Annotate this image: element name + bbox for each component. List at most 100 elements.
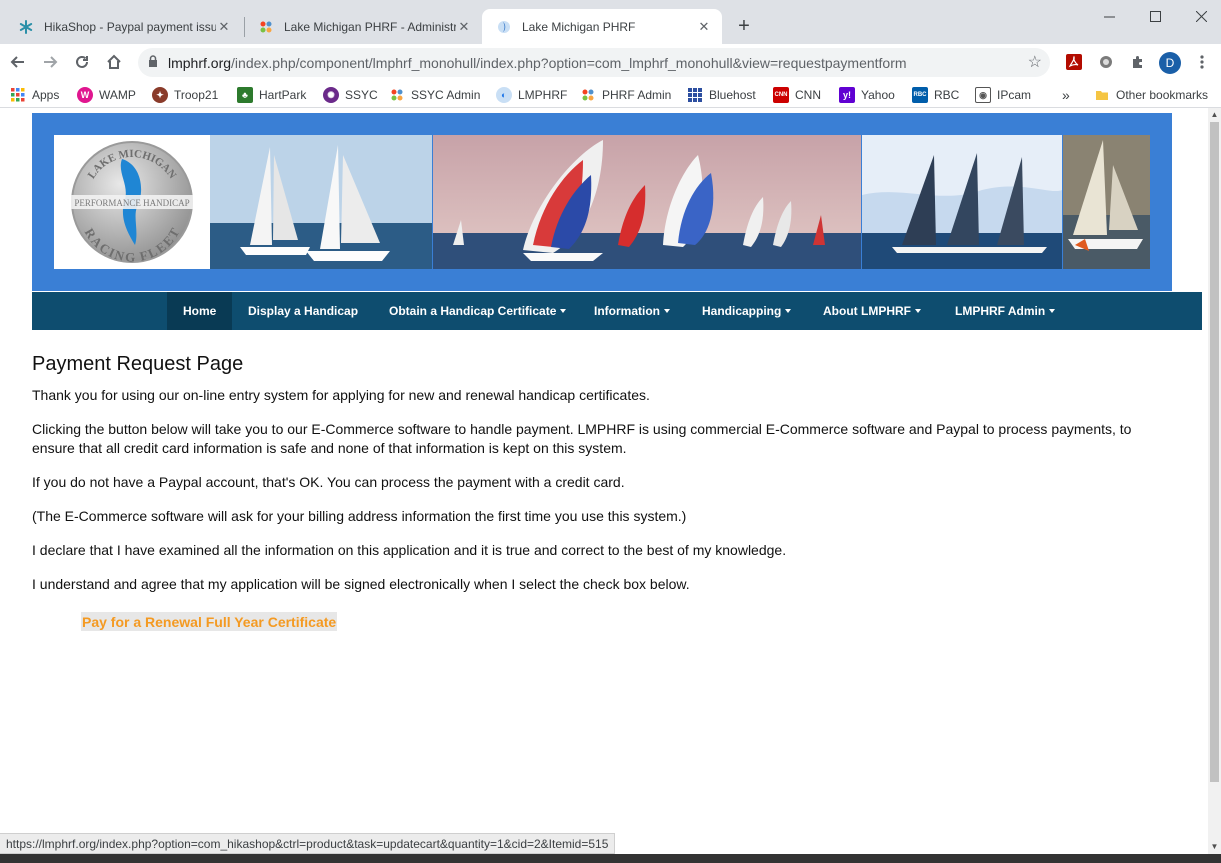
nav-label: About LMPHRF [823, 304, 911, 318]
close-window-icon[interactable] [1178, 0, 1221, 32]
ipcam-icon: ◉ [975, 87, 991, 103]
nav-label: Handicapping [702, 304, 782, 318]
nav-label: Information [594, 304, 660, 318]
bookmark-ipcam[interactable]: ◉ IPcam [975, 86, 1031, 104]
bookmark-label: Other bookmarks [1116, 88, 1209, 102]
close-tab-icon[interactable]: ✕ [216, 19, 232, 35]
profile-avatar[interactable]: D [1159, 52, 1181, 74]
taskbar-strip [0, 854, 1221, 863]
joomla-icon [258, 19, 274, 35]
pay-renewal-button[interactable]: Pay for a Renewal Full Year Certificate [81, 612, 338, 631]
scroll-up-icon[interactable]: ▲ [1210, 110, 1219, 120]
hikashop-icon [18, 19, 34, 35]
page-title: Payment Request Page [32, 353, 244, 375]
bookmark-label: HartPark [259, 88, 307, 102]
bookmark-ssyc[interactable]: ✺ SSYC [323, 86, 378, 104]
nav-home[interactable]: Home [167, 292, 233, 330]
ssyc-icon: ✺ [323, 87, 339, 103]
declaration-paragraph: I declare that I have examined all the i… [32, 542, 787, 558]
url-text: lmphrf.org/index.php/component/lmphrf_mo… [168, 55, 907, 71]
spinnaker-fleet-photo [433, 135, 861, 269]
forward-icon[interactable] [38, 50, 62, 74]
caret-down-icon [560, 309, 567, 313]
nav-lmphrf-admin[interactable]: LMPHRF Admin [939, 292, 1071, 330]
close-tab-icon[interactable]: ✕ [696, 19, 712, 35]
nav-information[interactable]: Information [578, 292, 686, 330]
extensions-puzzle-icon[interactable] [1128, 52, 1148, 72]
joomla-blue-icon [496, 19, 512, 35]
racing-fleet-photo [862, 135, 1062, 269]
address-bar[interactable]: lmphrf.org/index.php/component/lmphrf_mo… [138, 48, 1050, 77]
tab-hikashop[interactable]: HikaShop - Paypal payment issue ✕ [4, 9, 242, 44]
status-bar-url: https://lmphrf.org/index.php?option=com_… [0, 833, 616, 854]
extension-circle-icon[interactable] [1096, 52, 1116, 72]
cnn-icon: CNN [773, 87, 789, 103]
bookmark-label: Troop21 [174, 88, 219, 102]
url-path: /index.php/component/lmphrf_monohull/ind… [231, 54, 907, 71]
caret-down-icon [1049, 309, 1056, 313]
browser-tab-strip: HikaShop - Paypal payment issue ✕ Lake M… [0, 0, 1221, 44]
new-tab-button[interactable]: + [734, 14, 754, 38]
bookmark-wamp[interactable]: W WAMP [77, 86, 136, 104]
page-scrollbar[interactable]: ▲ ▼ [1208, 108, 1221, 854]
browser-toolbar: lmphrf.org/index.php/component/lmphrf_mo… [0, 44, 1221, 81]
bookmark-ssyc-admin[interactable]: SSYC Admin [389, 86, 480, 104]
tab-lake-michigan-phrf[interactable]: Lake Michigan PHRF ✕ [482, 9, 722, 44]
site-banner: PERFORMANCE HANDICAP LAKE MICHIGAN RACIN… [32, 113, 1172, 291]
back-icon[interactable] [6, 50, 30, 74]
reload-icon[interactable] [70, 50, 94, 74]
bookmark-hartpark[interactable]: ♣ HartPark [237, 86, 306, 104]
nav-obtain-certificate[interactable]: Obtain a Handicap Certificate [373, 292, 582, 330]
bookmark-label: LMPHRF [518, 88, 568, 102]
bookmark-yahoo[interactable]: y! Yahoo [839, 86, 895, 104]
bookmark-label: RBC [934, 88, 960, 102]
sailboats-photo-1 [210, 135, 432, 269]
acrobat-extension-icon[interactable] [1064, 52, 1084, 72]
bookmark-label: IPcam [997, 88, 1032, 102]
maximize-icon[interactable] [1132, 0, 1178, 32]
lock-icon [138, 55, 168, 70]
more-bookmarks-chevron-icon[interactable]: » [1062, 86, 1070, 104]
main-content: Payment Request Page Thank you for using… [32, 353, 1152, 609]
bookmark-star-icon[interactable]: ☆ [1028, 52, 1042, 72]
rbc-icon: RBC [912, 87, 928, 103]
intro-paragraph: Thank you for using our on-line entry sy… [32, 387, 650, 403]
ecommerce-paragraph: Clicking the button below will take you … [32, 421, 1132, 456]
lmphrf-logo[interactable]: PERFORMANCE HANDICAP LAKE MICHIGAN RACIN… [54, 135, 210, 269]
nav-label: Home [183, 304, 217, 318]
web-page: PERFORMANCE HANDICAP LAKE MICHIGAN RACIN… [0, 108, 1208, 854]
tab-phrf-admin[interactable]: Lake Michigan PHRF - Administra ✕ [244, 9, 482, 44]
bookmark-label: Bluehost [709, 88, 756, 102]
url-host: lmphrf.org [168, 54, 232, 71]
yahoo-icon: y! [839, 87, 855, 103]
nav-about-lmphrf[interactable]: About LMPHRF [807, 292, 937, 330]
billing-paragraph: (The E-Commerce software will ask for yo… [32, 508, 687, 524]
bookmark-apps[interactable]: Apps [10, 86, 59, 104]
bookmark-label: Apps [32, 88, 60, 102]
menu-kebab-icon[interactable] [1192, 52, 1212, 72]
caret-down-icon [664, 309, 670, 313]
nav-label: Obtain a Handicap Certificate [389, 304, 557, 318]
bookmark-troop21[interactable]: ✦ Troop21 [152, 86, 218, 104]
bookmark-bluehost[interactable]: Bluehost [687, 86, 756, 104]
bookmark-phrf-admin[interactable]: PHRF Admin [580, 86, 671, 104]
bookmark-label: SSYC [345, 88, 378, 102]
nav-label: Display a Handicap [248, 304, 359, 318]
home-icon[interactable] [102, 50, 126, 74]
nav-handicapping[interactable]: Handicapping [686, 292, 807, 330]
other-bookmarks[interactable]: Other bookmarks [1094, 86, 1208, 104]
bookmark-rbc[interactable]: RBC RBC [912, 86, 959, 104]
bookmark-lmphrf[interactable]: ◐ LMPHRF [496, 86, 567, 104]
caret-down-icon [914, 309, 921, 313]
scroll-down-icon[interactable]: ▼ [1210, 842, 1219, 852]
bookmark-label: WAMP [99, 88, 136, 102]
bookmark-label: SSYC Admin [411, 88, 481, 102]
scrollbar-thumb[interactable] [1210, 122, 1219, 782]
bookmark-cnn[interactable]: CNN CNN [773, 86, 821, 104]
joomla-icon [580, 87, 596, 103]
joomla-icon [389, 87, 405, 103]
bookmark-label: Yahoo [861, 88, 895, 102]
minimize-icon[interactable] [1086, 0, 1132, 32]
nav-display-handicap[interactable]: Display a Handicap [232, 292, 374, 330]
close-tab-icon[interactable]: ✕ [456, 19, 472, 35]
